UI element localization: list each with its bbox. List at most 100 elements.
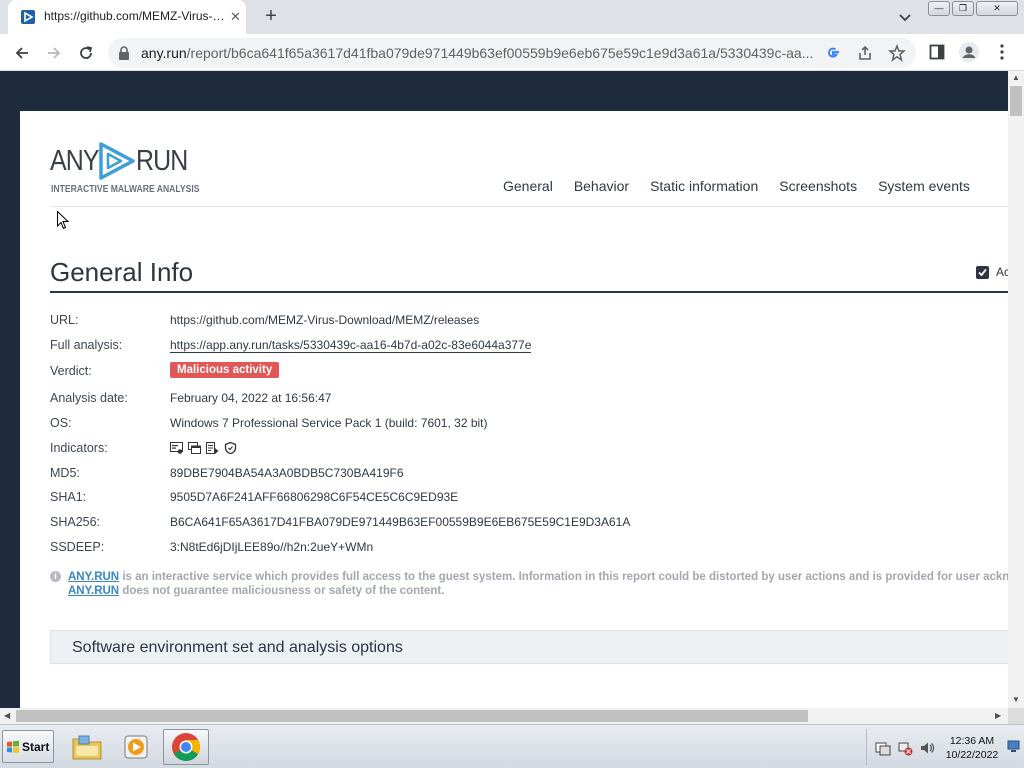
vertical-scrollbar[interactable]: ▲ ▼ — [1008, 71, 1024, 708]
side-panel-button[interactable] — [927, 42, 947, 62]
scroll-up-arrow-icon[interactable]: ▲ — [1012, 73, 1020, 82]
chrome-icon — [172, 733, 200, 761]
page-viewport: ANY RUN INTERACTIVE MALWARE ANALYSIS Gen… — [0, 71, 1008, 708]
nav-general[interactable]: General — [503, 178, 553, 194]
full-analysis-link[interactable]: https://app.any.run/tasks/5330439c-aa16-… — [170, 338, 532, 353]
disclaimer-text-1: is an interactive service which provides… — [119, 571, 1008, 583]
report-nav: General Behavior Static information Scre… — [503, 178, 991, 194]
md5-value: 89DBE7904BA54A3A0BDB5C730BA419F6 — [170, 466, 404, 480]
media-player-icon — [124, 735, 148, 759]
full-analysis-value: https://app.any.run/tasks/5330439c-aa16-… — [170, 338, 532, 353]
nav-behavior[interactable]: Behavior — [574, 178, 629, 194]
software-environment-section[interactable]: Software environment set and analysis op… — [50, 630, 1008, 664]
url-value: https://github.com/MEMZ-Virus-Download/M… — [170, 313, 480, 327]
script-icon[interactable] — [206, 442, 219, 454]
maximize-button[interactable]: ❐ — [952, 1, 974, 16]
indicators-icons — [170, 442, 237, 454]
windows-taskbar: Start 12:36 AM 10/22/2022 — [0, 724, 1024, 768]
browser-menu-button[interactable] — [992, 42, 1012, 62]
anyrun-link-1[interactable]: ANY.RUN — [68, 571, 119, 583]
taskbar-explorer[interactable] — [64, 729, 110, 765]
address-bar[interactable]: any.run/report/b6ca641f65a3617d41fba079d… — [108, 38, 916, 68]
anyrun-logo[interactable]: ANY RUN INTERACTIVE MALWARE ANALYSIS — [50, 139, 199, 199]
report-card: ANY RUN INTERACTIVE MALWARE ANALYSIS Gen… — [20, 111, 1008, 708]
header-divider — [50, 206, 1008, 207]
profile-button[interactable] — [959, 42, 979, 62]
new-tab-button[interactable]: + — [260, 5, 282, 27]
executable-icon[interactable] — [170, 442, 183, 454]
back-button[interactable] — [10, 41, 34, 65]
verdict-badge: Malicious activity — [170, 362, 280, 378]
indicators-label: Indicators: — [50, 441, 108, 455]
bookmark-star-icon[interactable] — [888, 44, 906, 62]
close-window-button[interactable]: ✕ — [976, 1, 1018, 16]
analysis-date-value: February 04, 2022 at 16:56:47 — [170, 391, 332, 405]
shield-icon[interactable] — [224, 442, 237, 454]
nav-system-events[interactable]: System events — [878, 178, 970, 194]
start-label: Start — [22, 740, 50, 754]
nav-static-information[interactable]: Static information — [650, 178, 758, 194]
ssdeep-value: 3:N8tEd6jDIjLEE89o//h2n:2ueY+WMn — [170, 540, 374, 554]
tab-close-icon[interactable]: ✕ — [230, 9, 241, 25]
anyrun-favicon-icon — [21, 10, 35, 24]
sha1-value: 9505D7A6F241AFF66806298C6F54CE5C6C9ED93E — [170, 490, 459, 504]
show-desktop-icon[interactable] — [1007, 736, 1020, 758]
system-tray: 12:36 AM 10/22/2022 — [866, 729, 1021, 765]
scroll-left-arrow-icon[interactable]: ◀ — [4, 711, 10, 720]
windows-icon[interactable] — [188, 442, 201, 454]
full-analysis-label: Full analysis: — [50, 338, 123, 352]
tab-title: https://github.com/MEMZ-Virus-Download — [44, 9, 226, 23]
analysis-date-label: Analysis date: — [50, 391, 128, 405]
anyrun-link-2[interactable]: ANY.RUN — [68, 585, 119, 597]
disclaimer-text-2: does not guarantee maliciousness or safe… — [119, 585, 445, 597]
ssdeep-label: SSDEEP: — [50, 540, 105, 554]
forward-arrow-icon — [48, 47, 61, 59]
clock-time: 12:36 AM — [949, 735, 995, 747]
taskbar-media-player[interactable] — [113, 729, 159, 765]
sha256-value: B6CA641F65A3617D41FBA079DE971449B63EF005… — [170, 515, 631, 529]
sha1-label: SHA1: — [50, 490, 87, 504]
advanced-checkbox-label: Ac — [996, 265, 1008, 279]
advanced-checkbox[interactable] — [976, 266, 989, 279]
logo-text-run: RUN — [136, 145, 188, 177]
clock-date: 10/22/2022 — [945, 749, 999, 761]
nav-screenshots[interactable]: Screenshots — [779, 178, 857, 194]
url-text[interactable]: any.run/report/b6ca641f65a3617d41fba079d… — [141, 45, 821, 61]
md5-label: MD5: — [50, 466, 80, 480]
taskbar-clock[interactable]: 12:36 AM 10/22/2022 — [937, 734, 1007, 762]
disclaimer-line-2: ANY.RUN does not guarantee maliciousness… — [68, 584, 444, 598]
action-center-icon[interactable] — [875, 740, 891, 756]
taskbar-chrome[interactable] — [163, 729, 209, 765]
share-icon[interactable] — [856, 44, 874, 62]
browser-toolbar: any.run/report/b6ca641f65a3617d41fba079d… — [0, 34, 1024, 71]
side-panel-icon — [929, 44, 945, 60]
kebab-menu-icon — [1000, 44, 1004, 60]
network-disconnected-icon[interactable] — [897, 740, 913, 756]
start-button[interactable]: Start — [2, 730, 54, 763]
os-label: OS: — [50, 416, 72, 430]
forward-button[interactable] — [42, 41, 66, 65]
logo-text-any: ANY — [50, 145, 100, 177]
reload-button[interactable] — [74, 41, 98, 65]
software-environment-title: Software environment set and analysis op… — [72, 639, 403, 656]
scroll-down-arrow-icon[interactable]: ▼ — [1012, 695, 1020, 704]
scroll-right-arrow-icon[interactable]: ▶ — [995, 711, 1001, 720]
url-label: URL: — [50, 313, 79, 327]
lock-icon[interactable] — [118, 46, 130, 60]
verdict-label: Verdict: — [50, 364, 92, 378]
folder-icon — [72, 735, 102, 760]
horizontal-scrollbar[interactable]: ◀ ▶ — [0, 708, 1008, 724]
info-circle-icon: i — [50, 571, 61, 582]
tab-strip: https://github.com/MEMZ-Virus-Download ✕… — [0, 0, 1024, 34]
reload-icon — [80, 46, 93, 59]
horizontal-scroll-thumb[interactable] — [16, 710, 808, 722]
vertical-scroll-thumb[interactable] — [1010, 86, 1022, 116]
volume-icon[interactable] — [919, 740, 935, 756]
url-host: any.run — [141, 45, 187, 61]
tab-search-chevron-icon[interactable] — [896, 8, 914, 26]
scrollbar-corner — [1008, 708, 1024, 724]
browser-tab[interactable]: https://github.com/MEMZ-Virus-Download ✕ — [8, 0, 246, 34]
google-lens-icon[interactable] — [824, 44, 842, 62]
url-path: /report/b6ca641f65a3617d41fba079de971449… — [186, 45, 814, 61]
minimize-button[interactable]: — — [928, 1, 950, 16]
